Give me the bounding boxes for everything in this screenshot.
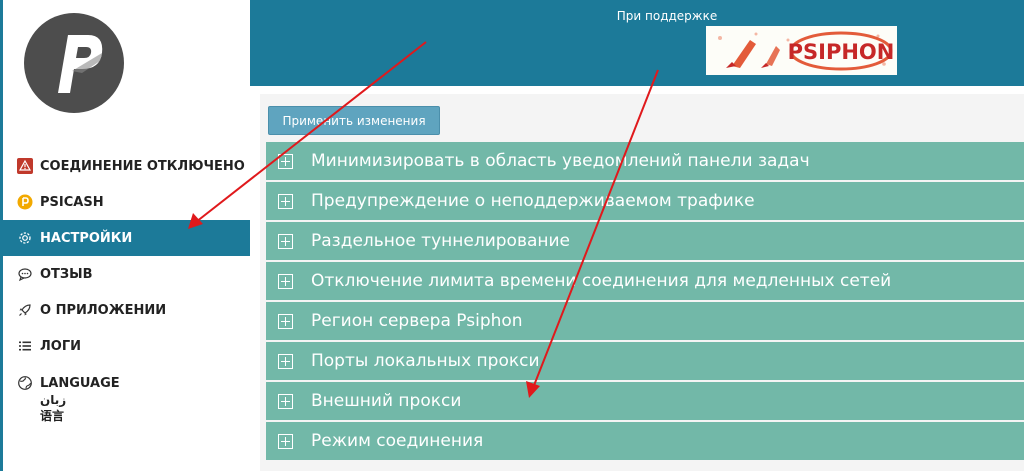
expand-plus-icon xyxy=(278,153,293,169)
setting-label: Порты локальных прокси xyxy=(311,351,540,371)
sidebar-item-about[interactable]: О ПРИЛОЖЕНИИ xyxy=(3,292,253,328)
sponsor-logo-text: PSIPHON xyxy=(788,40,895,64)
psicash-coin-icon xyxy=(16,193,34,211)
sidebar: СОЕДИНЕНИЕ ОТКЛЮЧЕНО PSICASH НАСТРОЙКИ О… xyxy=(0,0,253,471)
setting-label: Внешний прокси xyxy=(311,391,462,411)
setting-label: Отключение лимита времени соединения для… xyxy=(311,271,892,291)
sidebar-item-label: ЛОГИ xyxy=(40,338,82,354)
sidebar-item-psicash[interactable]: PSICASH xyxy=(3,184,253,220)
sidebar-item-label: СОЕДИНЕНИЕ ОТКЛЮЧЕНО xyxy=(40,158,245,174)
expand-plus-icon xyxy=(278,433,293,449)
sidebar-item-logs[interactable]: ЛОГИ xyxy=(3,328,253,364)
expand-plus-icon xyxy=(278,313,293,329)
warning-icon xyxy=(16,157,34,175)
setting-minimize-to-tray[interactable]: Минимизировать в область уведомлений пан… xyxy=(266,142,1024,180)
sidebar-item-connection[interactable]: СОЕДИНЕНИЕ ОТКЛЮЧЕНО xyxy=(3,148,253,184)
setting-split-tunnel[interactable]: Раздельное туннелирование xyxy=(266,222,1024,260)
psiphon-window: СОЕДИНЕНИЕ ОТКЛЮЧЕНО PSICASH НАСТРОЙКИ О… xyxy=(0,0,1024,471)
expand-plus-icon xyxy=(278,233,293,249)
language-alt-persian: زبان xyxy=(40,393,67,407)
setting-label: Предупреждение о неподдерживаемом трафик… xyxy=(311,191,755,211)
setting-label: Раздельное туннелирование xyxy=(311,231,571,251)
sidebar-item-label: О ПРИЛОЖЕНИИ xyxy=(40,302,167,318)
setting-label: Режим соединения xyxy=(311,431,484,451)
setting-connection-mode[interactable]: Режим соединения xyxy=(266,422,1024,460)
sidebar-item-feedback[interactable]: ОТЗЫВ xyxy=(3,256,253,292)
list-icon xyxy=(16,337,34,355)
expand-plus-icon xyxy=(278,193,293,209)
language-alt-chinese: 语言 xyxy=(40,409,65,423)
setting-local-proxy-ports[interactable]: Порты локальных прокси xyxy=(266,342,1024,380)
sponsor-label: При поддержке xyxy=(616,9,718,23)
expand-plus-icon xyxy=(278,353,293,369)
expand-plus-icon xyxy=(278,273,293,289)
sidebar-item-language[interactable]: LANGUAGE زبان 语言 xyxy=(3,364,253,424)
header-banner: При поддержке PSIPHON xyxy=(250,0,1024,86)
expand-plus-icon xyxy=(278,393,293,409)
settings-list: Минимизировать в область уведомлений пан… xyxy=(266,142,1024,462)
psiphon-logo xyxy=(22,11,126,115)
setting-upstream-proxy[interactable]: Внешний прокси xyxy=(266,382,1024,420)
sidebar-item-label: LANGUAGE xyxy=(40,375,120,391)
setting-unsupported-traffic-warning[interactable]: Предупреждение о неподдерживаемом трафик… xyxy=(266,182,1024,220)
settings-container: Применить изменения Минимизировать в обл… xyxy=(260,94,1024,471)
sidebar-item-label: НАСТРОЙКИ xyxy=(40,230,133,246)
settings-panel: Применить изменения Минимизировать в обл… xyxy=(250,86,1024,471)
gear-icon xyxy=(16,229,34,247)
setting-label: Регион сервера Psiphon xyxy=(311,311,523,331)
sidebar-item-settings[interactable]: НАСТРОЙКИ xyxy=(3,220,253,256)
sponsor-logo: PSIPHON xyxy=(706,26,897,75)
globe-icon xyxy=(16,374,34,392)
setting-disable-timeouts[interactable]: Отключение лимита времени соединения для… xyxy=(266,262,1024,300)
sidebar-item-label: ОТЗЫВ xyxy=(40,266,93,282)
chat-icon xyxy=(16,265,34,283)
apply-changes-button[interactable]: Применить изменения xyxy=(268,106,440,135)
rocket-icon xyxy=(16,301,34,319)
setting-server-region[interactable]: Регион сервера Psiphon xyxy=(266,302,1024,340)
sidebar-nav: СОЕДИНЕНИЕ ОТКЛЮЧЕНО PSICASH НАСТРОЙКИ О… xyxy=(3,148,253,424)
language-row: LANGUAGE xyxy=(16,374,120,392)
sidebar-item-label: PSICASH xyxy=(40,194,104,210)
setting-label: Минимизировать в область уведомлений пан… xyxy=(311,151,810,171)
